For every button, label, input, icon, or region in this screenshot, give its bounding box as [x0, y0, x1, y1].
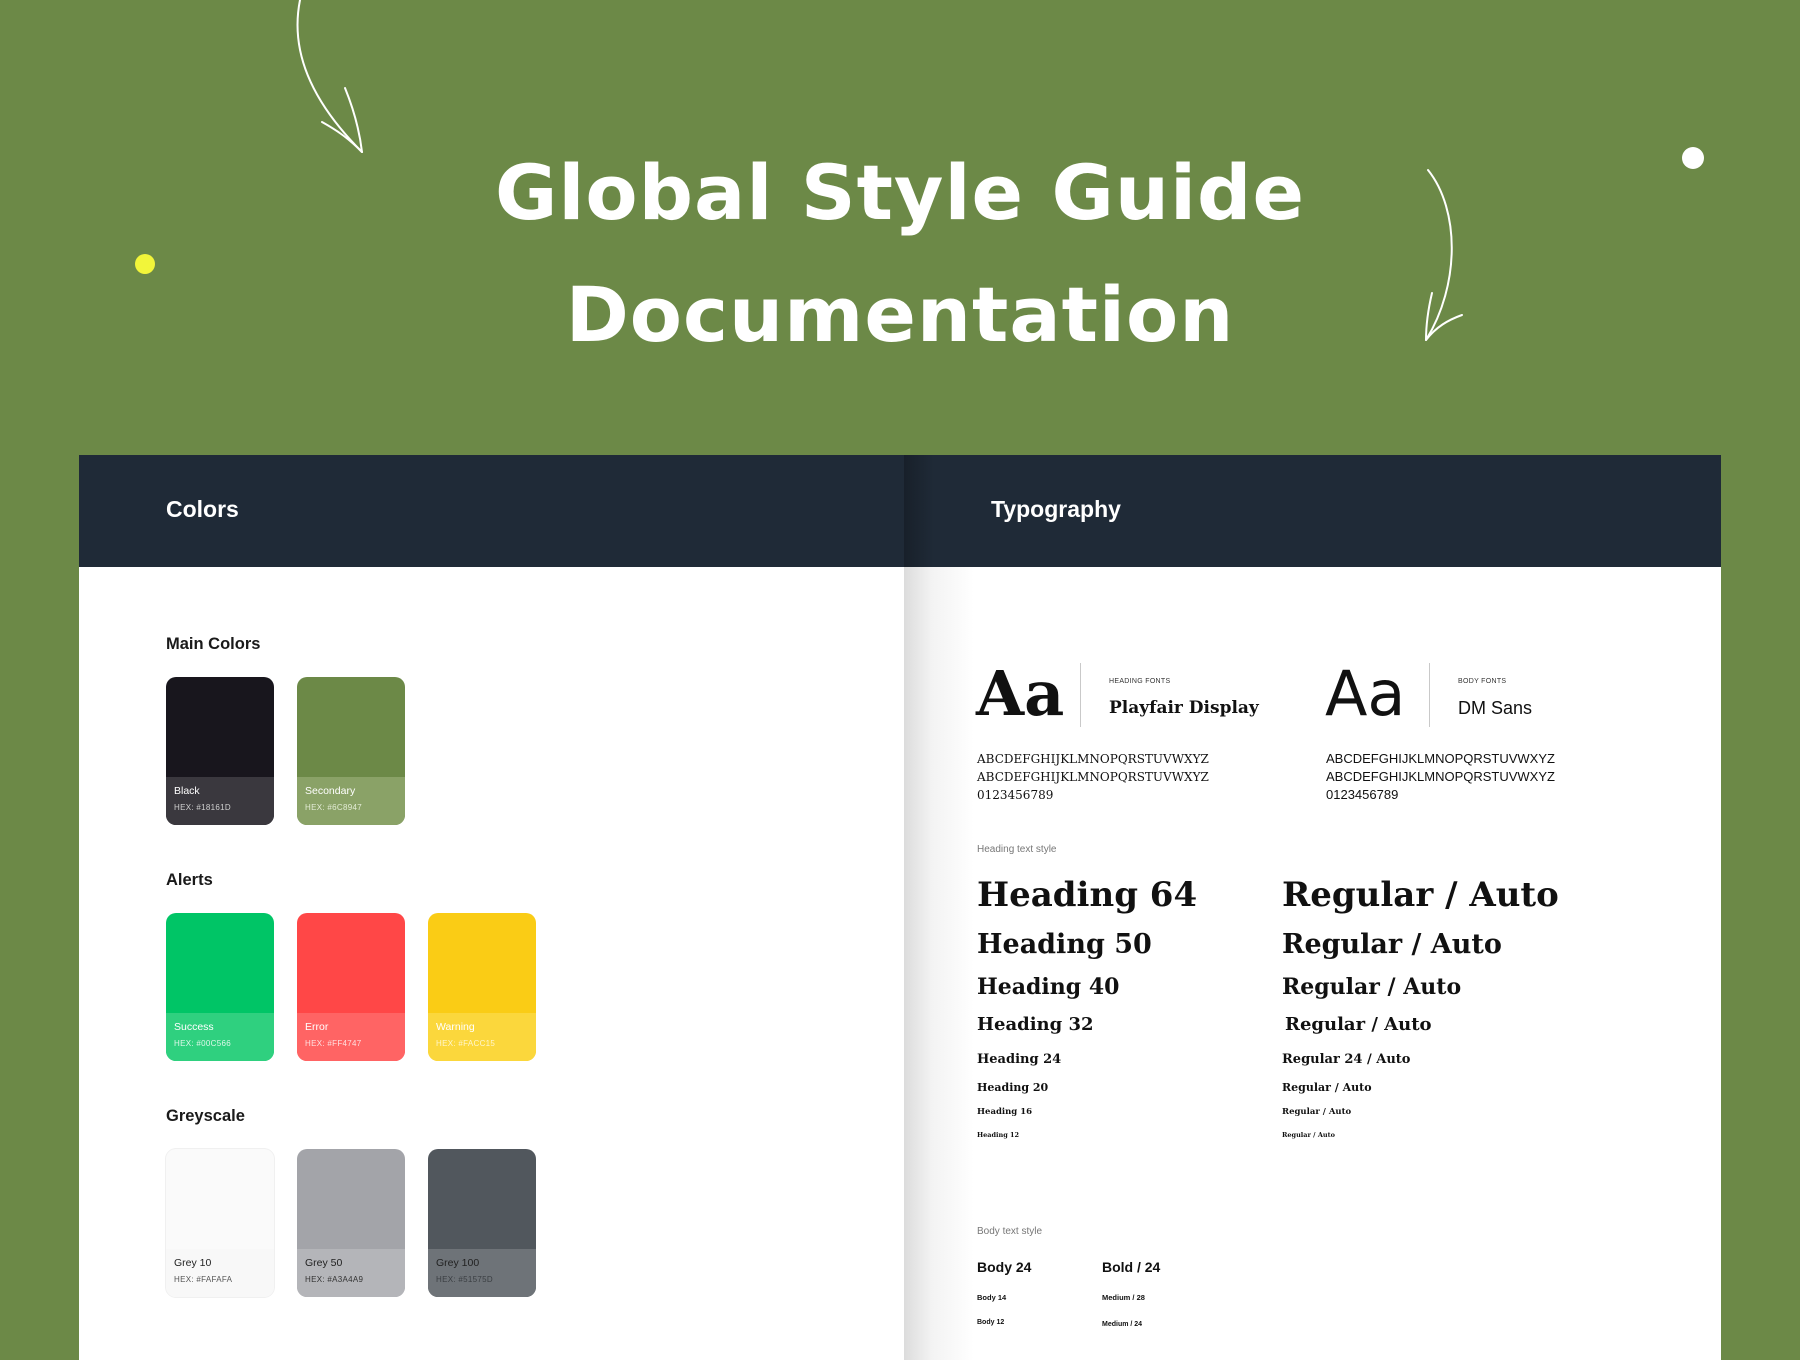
swatch-hex: HEX: #00C566 — [174, 1039, 231, 1048]
heading-sample: Heading 32 — [977, 1014, 1094, 1035]
heading-sample: Heading 64 — [977, 875, 1198, 915]
heading-spec: Regular / Auto — [1282, 1131, 1335, 1139]
swatch-hex: HEX: #FF4747 — [305, 1039, 362, 1048]
body-sample: Body 14 — [977, 1293, 1007, 1302]
heading-sample: Heading 40 — [977, 974, 1120, 1000]
main-colors-label: Main Colors — [166, 635, 261, 653]
heading-style-label: Heading text style — [977, 844, 1057, 855]
swatch-hex: HEX: #FACC15 — [436, 1039, 496, 1048]
colors-header: Colors — [79, 455, 904, 567]
swatch-hex: HEX: #51575D — [436, 1275, 493, 1284]
swatch-error[interactable]: Error HEX: #FF4747 — [297, 913, 405, 1061]
greyscale-label: Greyscale — [166, 1107, 245, 1125]
heading-font-kicker: HEADING FONTS — [1109, 678, 1171, 685]
swatch-hex: HEX: #6C8947 — [305, 803, 362, 812]
body-font-kicker: BODY FONTS — [1458, 678, 1507, 685]
curved-arrow-left-icon — [296, 0, 363, 153]
body-font-alphabet: ABCDEFGHIJKLMNOPQRSTUVWXYZ ABCDEFGHIJKLM… — [1326, 751, 1555, 802]
swatch-black[interactable]: Black HEX: #18161D — [166, 677, 274, 825]
body-style-label: Body text style — [977, 1226, 1043, 1237]
heading-font-sample: Aa — [976, 657, 1065, 730]
colors-panel: Colors Main Colors Alerts Greyscale Blac… — [79, 455, 904, 1360]
body-sample: Body 12 — [977, 1319, 1005, 1326]
swatch-name: Black — [174, 785, 200, 797]
alerts-label: Alerts — [166, 871, 213, 889]
body-sample: Body 24 — [977, 1259, 1032, 1275]
body-spec: Medium / 28 — [1102, 1293, 1145, 1302]
heading-spec: Regular / Auto — [1282, 875, 1559, 915]
colors-title: Colors — [166, 496, 239, 522]
typography-panel: Typography Aa HEADING FONTS Playfair Dis… — [904, 455, 1721, 1360]
heading-sample: Heading 12 — [977, 1131, 1020, 1139]
heading-spec: Regular / Auto — [1285, 1014, 1432, 1035]
swatch-secondary[interactable]: Secondary HEX: #6C8947 — [297, 677, 405, 825]
heading-font-alphabet: ABCDEFGHIJKLMNOPQRSTUVWXYZ ABCDEFGHIJKLM… — [977, 752, 1209, 802]
body-font-name: DM Sans — [1458, 698, 1533, 718]
typography-title: Typography — [991, 496, 1121, 522]
swatch-hex: HEX: #FAFAFA — [174, 1275, 233, 1284]
heading-spec: Regular 24 / Auto — [1282, 1052, 1411, 1067]
heading-spec: Regular / Auto — [1282, 1081, 1372, 1094]
body-font-divider — [1429, 663, 1430, 727]
heading-sample: Heading 16 — [977, 1107, 1033, 1117]
swatch-hex: HEX: #18161D — [174, 803, 231, 812]
heading-sample: Heading 20 — [977, 1081, 1049, 1094]
swatch-success[interactable]: Success HEX: #00C566 — [166, 913, 274, 1061]
swatch-name: Grey 50 — [305, 1257, 343, 1269]
page-title-line-2: Documentation — [565, 270, 1235, 359]
body-spec: Bold / 24 — [1102, 1259, 1161, 1275]
swatch-name: Grey 10 — [174, 1257, 212, 1269]
heading-spec: Regular / Auto — [1282, 929, 1502, 960]
swatch-grey-10[interactable]: Grey 10 HEX: #FAFAFA — [166, 1149, 274, 1297]
swatch-name: Error — [305, 1021, 329, 1033]
heading-spec: Regular / Auto — [1282, 1107, 1352, 1117]
swatch-name: Success — [174, 1021, 214, 1033]
heading-spec: Regular / Auto — [1282, 974, 1462, 1000]
swatch-hex: HEX: #A3A4A9 — [305, 1275, 364, 1284]
swatch-grey-50[interactable]: Grey 50 HEX: #A3A4A9 — [297, 1149, 405, 1297]
page-title-line-1: Global Style Guide — [495, 148, 1305, 237]
swatch-name: Secondary — [305, 785, 356, 797]
heading-sample: Heading 50 — [977, 929, 1152, 960]
heading-font-name: Playfair Display — [1109, 698, 1259, 718]
swatch-name: Warning — [436, 1021, 475, 1033]
body-spec: Medium / 24 — [1102, 1321, 1143, 1328]
swatch-grey-100[interactable]: Grey 100 HEX: #51575D — [428, 1149, 536, 1297]
heading-sample: Heading 24 — [977, 1052, 1062, 1067]
swatch-warning[interactable]: Warning HEX: #FACC15 — [428, 913, 536, 1061]
heading-font-divider — [1080, 663, 1081, 727]
swatch-name: Grey 100 — [436, 1257, 480, 1269]
body-font-sample: Aa — [1325, 657, 1406, 730]
typography-header: Typography — [904, 455, 1721, 567]
